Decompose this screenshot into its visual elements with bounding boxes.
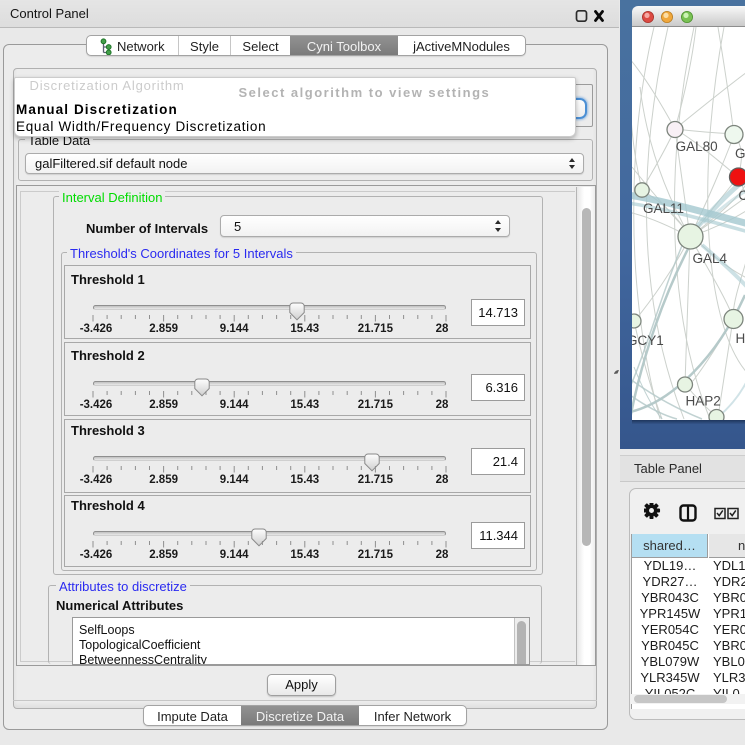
svg-text:H: H (736, 331, 745, 346)
svg-text:GCY1: GCY1 (632, 333, 664, 348)
svg-text:GAL80: GAL80 (676, 139, 718, 154)
svg-text:GA: GA (735, 146, 745, 161)
svg-text:C: C (738, 188, 745, 203)
svg-text:GAL4: GAL4 (693, 251, 728, 266)
svg-text:HAP2: HAP2 (686, 394, 721, 409)
svg-text:GAL11: GAL11 (643, 201, 684, 216)
